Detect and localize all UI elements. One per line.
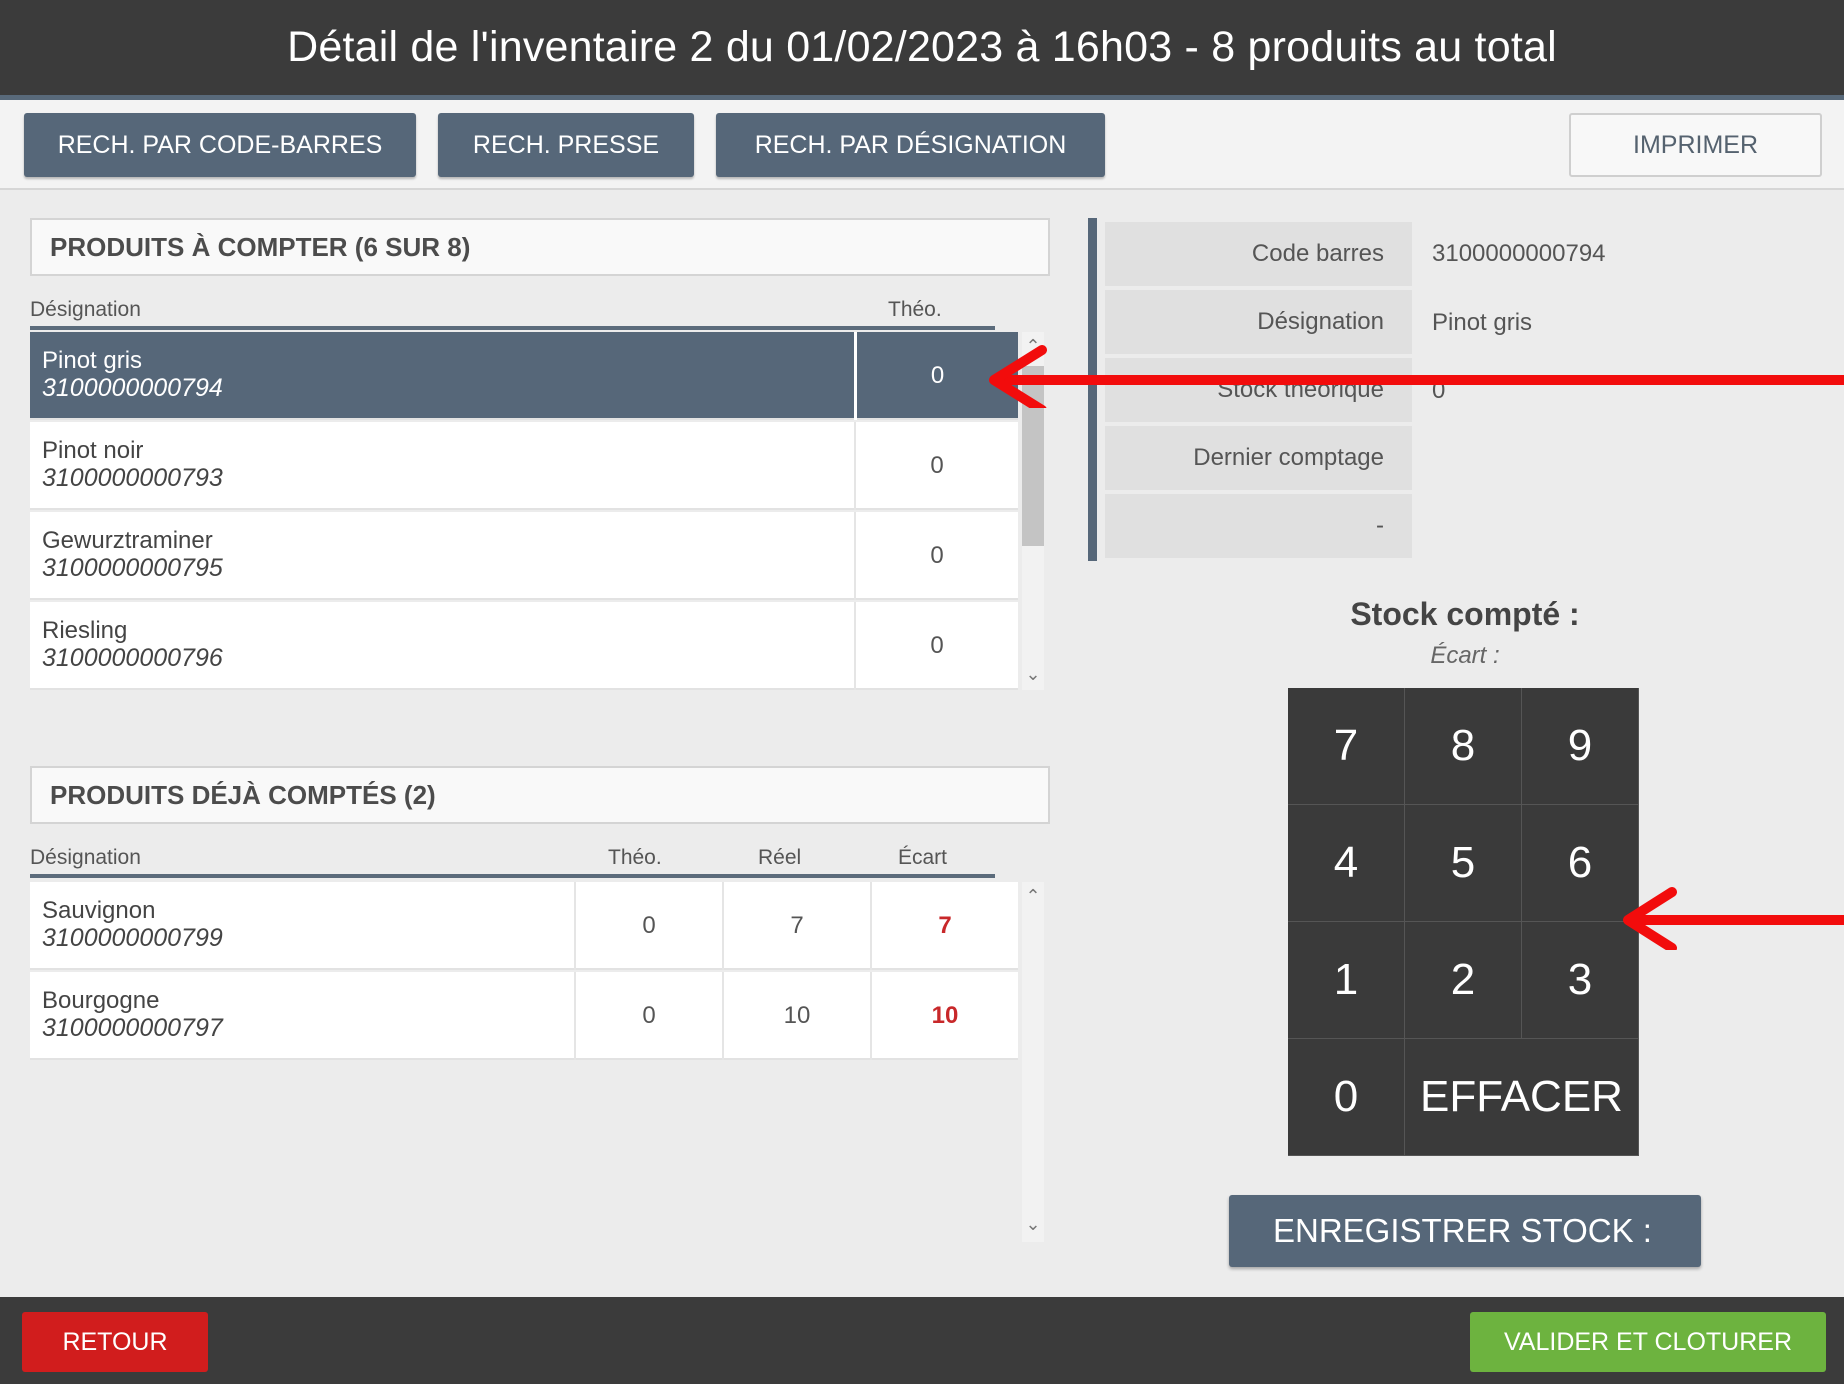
counted-col-ecart: Écart — [898, 846, 948, 869]
to-count-row[interactable]: Pinot gris 3100000000794 0 — [30, 332, 1018, 420]
numeric-keypad: 7 8 9 4 5 6 1 2 3 0 EFFACER — [1288, 688, 1639, 1156]
theo-cell: 0 — [854, 332, 1018, 420]
scroll-up-icon[interactable]: ⌃ — [1022, 336, 1044, 357]
toolbar: RECH. PAR CODE-BARRES RECH. PRESSE RECH.… — [0, 100, 1844, 190]
to-count-row[interactable]: Gewurztraminer 3100000000795 0 — [30, 512, 1018, 600]
key-2[interactable]: 2 — [1405, 922, 1522, 1039]
stock-theo-value: 0 — [1432, 377, 1446, 404]
ecart-title: Écart : — [1430, 642, 1500, 669]
last-count-label: Dernier comptage — [1105, 426, 1412, 490]
product-barcode: 3100000000795 — [42, 554, 223, 582]
key-1[interactable]: 1 — [1288, 922, 1405, 1039]
scroll-down-icon[interactable]: ⌄ — [1022, 1214, 1044, 1235]
theo-cell: 0 — [854, 602, 1018, 690]
ecart-cell: 7 — [870, 882, 1018, 970]
detail-accent-bar — [1088, 218, 1097, 561]
counted-col-theo: Théo. — [608, 846, 662, 869]
reel-cell: 7 — [722, 882, 870, 970]
to-count-scroll-thumb[interactable] — [1022, 366, 1044, 546]
reel-cell: 10 — [722, 972, 870, 1060]
counted-col-designation: Désignation — [30, 846, 141, 869]
counted-row[interactable]: Bourgogne 3100000000797 0 10 10 — [30, 972, 1018, 1060]
theo-cell: 0 — [854, 512, 1018, 600]
scroll-up-icon[interactable]: ⌃ — [1022, 886, 1044, 907]
designation-value: Pinot gris — [1432, 309, 1533, 336]
back-button[interactable]: RETOUR — [22, 1312, 208, 1372]
barcode-label: Code barres — [1105, 222, 1412, 286]
counted-row[interactable]: Sauvignon 3100000000799 0 7 7 — [30, 882, 1018, 970]
stock-counted-title: Stock compté : — [1350, 596, 1580, 632]
counted-section-title: PRODUITS DÉJÀ COMPTÉS (2) — [30, 766, 1050, 824]
to-count-header-rule — [30, 326, 995, 330]
product-name: Gewurztraminer — [42, 527, 213, 554]
key-3[interactable]: 3 — [1522, 922, 1639, 1039]
extra-label: - — [1105, 494, 1412, 558]
barcode-value: 3100000000794 — [1432, 240, 1606, 267]
annotation-arrow-icon — [1623, 887, 1844, 950]
key-4[interactable]: 4 — [1288, 805, 1405, 922]
to-count-scrollbar[interactable] — [1022, 332, 1044, 690]
clear-key[interactable]: EFFACER — [1405, 1039, 1639, 1156]
product-barcode: 3100000000793 — [42, 464, 223, 492]
product-barcode: 3100000000799 — [42, 924, 223, 952]
designation-label: Désignation — [1105, 290, 1412, 354]
inventory-app: Détail de l'inventaire 2 du 01/02/2023 à… — [0, 0, 1844, 1392]
to-count-section-title: PRODUITS À COMPTER (6 SUR 8) — [30, 218, 1050, 276]
key-5[interactable]: 5 — [1405, 805, 1522, 922]
key-9[interactable]: 9 — [1522, 688, 1639, 805]
product-name: Sauvignon — [42, 897, 156, 924]
product-name: Riesling — [42, 617, 128, 644]
theo-cell: 0 — [574, 882, 722, 970]
product-name: Bourgogne — [42, 987, 160, 1014]
bottom-margin — [0, 1384, 1844, 1392]
save-stock-button[interactable]: ENREGISTRER STOCK : — [1229, 1195, 1701, 1267]
key-0[interactable]: 0 — [1288, 1039, 1405, 1156]
print-button[interactable]: IMPRIMER — [1569, 113, 1822, 177]
designation-search-button[interactable]: RECH. PAR DÉSIGNATION — [716, 113, 1105, 177]
title-bar: Détail de l'inventaire 2 du 01/02/2023 à… — [0, 0, 1844, 95]
ecart-cell: 10 — [870, 972, 1018, 1060]
product-barcode: 3100000000794 — [42, 374, 223, 402]
product-barcode: 3100000000796 — [42, 644, 223, 672]
theo-cell: 0 — [854, 422, 1018, 510]
counted-col-reel: Réel — [758, 846, 802, 869]
product-barcode: 3100000000797 — [42, 1014, 223, 1042]
key-7[interactable]: 7 — [1288, 688, 1405, 805]
page-title: Détail de l'inventaire 2 du 01/02/2023 à… — [287, 23, 1557, 71]
key-6[interactable]: 6 — [1522, 805, 1639, 922]
theo-cell: 0 — [574, 972, 722, 1060]
scroll-down-icon[interactable]: ⌄ — [1022, 664, 1044, 685]
product-name: Pinot gris — [42, 347, 143, 374]
stock-theo-label: Stock théorique — [1105, 358, 1412, 422]
barcode-search-button[interactable]: RECH. PAR CODE-BARRES — [24, 113, 416, 177]
press-search-button[interactable]: RECH. PRESSE — [438, 113, 694, 177]
bottom-bar: RETOUR VALIDER ET CLOTURER — [0, 1297, 1844, 1384]
counted-scrollbar[interactable] — [1022, 882, 1044, 1242]
key-8[interactable]: 8 — [1405, 688, 1522, 805]
to-count-row[interactable]: Riesling 3100000000796 0 — [30, 602, 1018, 690]
validate-close-button[interactable]: VALIDER ET CLOTURER — [1470, 1312, 1826, 1372]
to-count-row[interactable]: Pinot noir 3100000000793 0 — [30, 422, 1018, 510]
product-name: Pinot noir — [42, 437, 144, 464]
to-count-col-theo: Théo. — [888, 298, 942, 321]
to-count-col-designation: Désignation — [30, 298, 141, 321]
counted-header-rule — [30, 874, 995, 878]
